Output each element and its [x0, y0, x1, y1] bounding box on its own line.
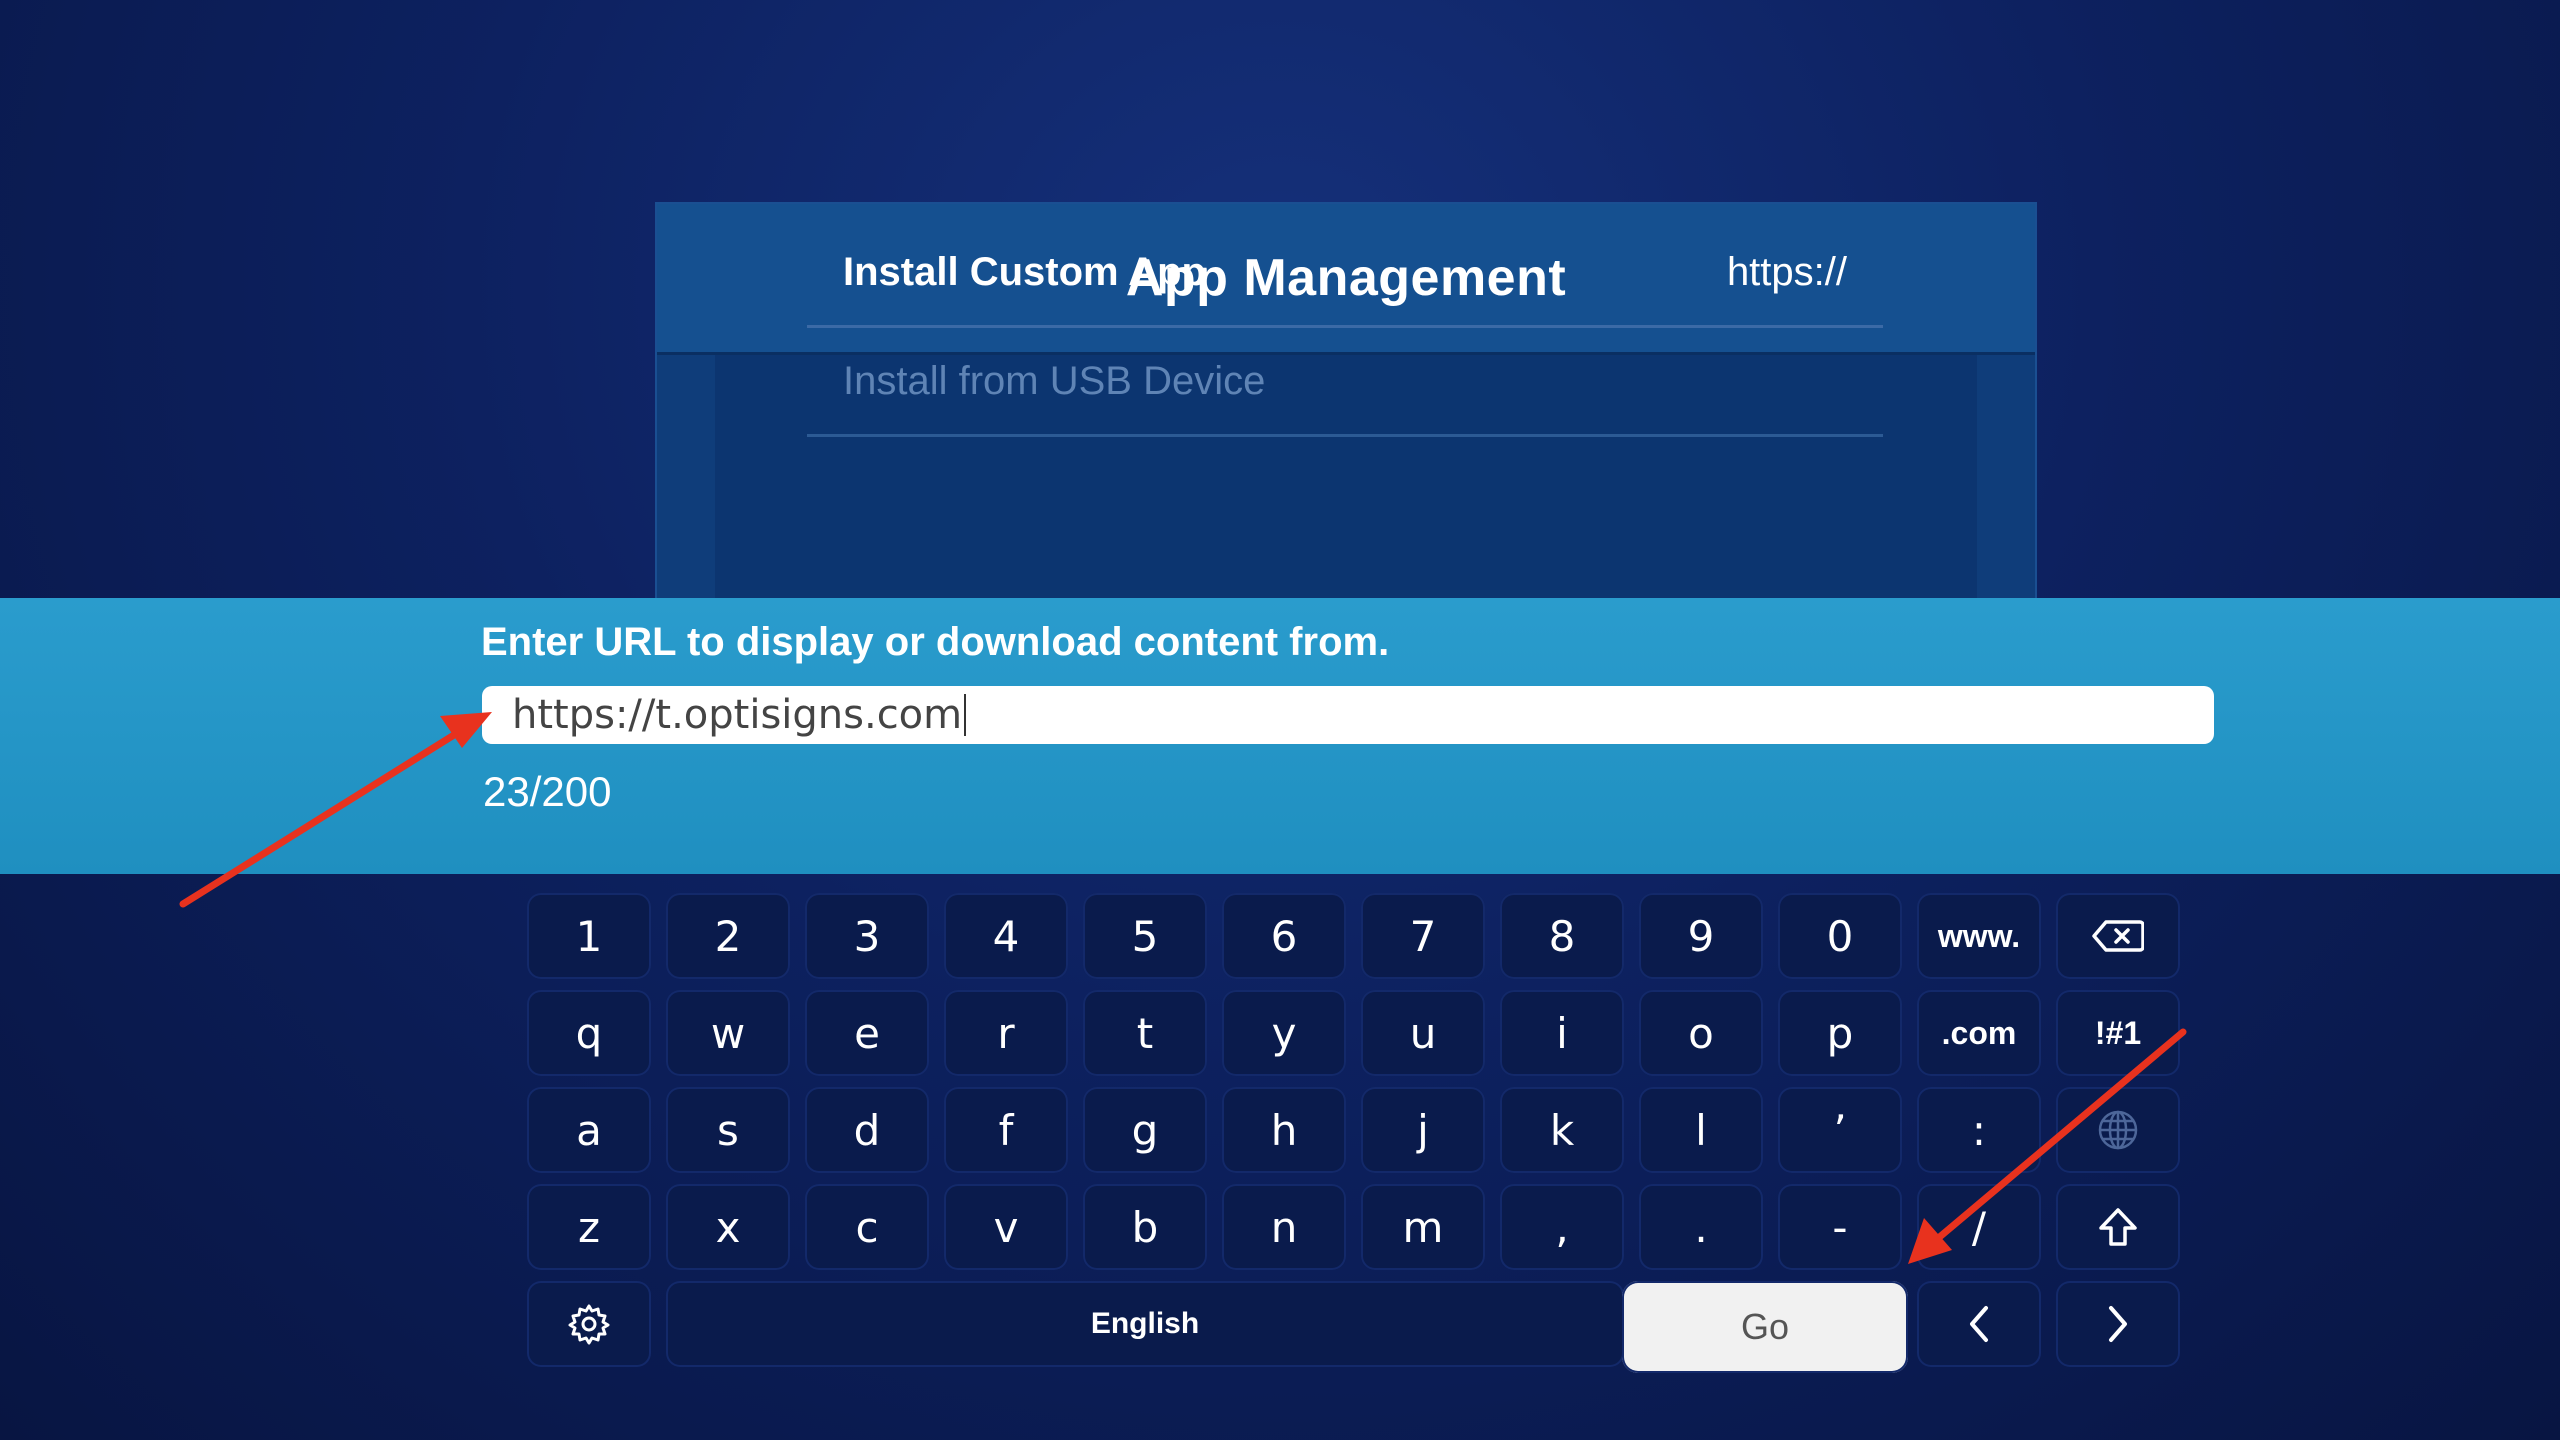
arrow-to-url-field: [179, 712, 492, 908]
arrow-to-go-button: [1908, 1028, 2187, 1264]
annotation-arrows: [179, 712, 2187, 1264]
